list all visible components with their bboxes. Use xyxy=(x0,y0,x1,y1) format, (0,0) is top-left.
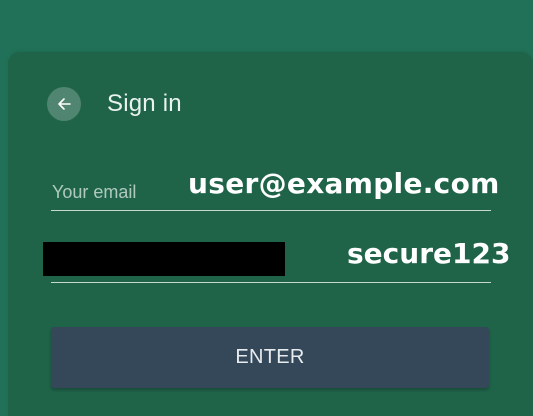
back-button[interactable] xyxy=(47,87,81,121)
email-underline xyxy=(51,210,491,211)
password-value: secure123 xyxy=(347,237,511,270)
email-value: user@example.com xyxy=(188,167,500,200)
email-field[interactable]: Your email user@example.com xyxy=(51,167,499,211)
password-underline xyxy=(51,282,491,283)
password-field[interactable]: secure123 xyxy=(43,237,510,283)
sign-in-card: Sign in Your email user@example.com secu… xyxy=(8,52,533,416)
sign-in-header: Sign in xyxy=(47,87,182,121)
enter-button[interactable]: ENTER xyxy=(51,327,489,388)
app-screen: Sign in Your email user@example.com secu… xyxy=(0,0,533,416)
page-title: Sign in xyxy=(107,90,182,117)
redaction-block xyxy=(43,242,285,276)
arrow-left-icon xyxy=(57,97,71,111)
email-placeholder: Your email xyxy=(52,182,137,202)
